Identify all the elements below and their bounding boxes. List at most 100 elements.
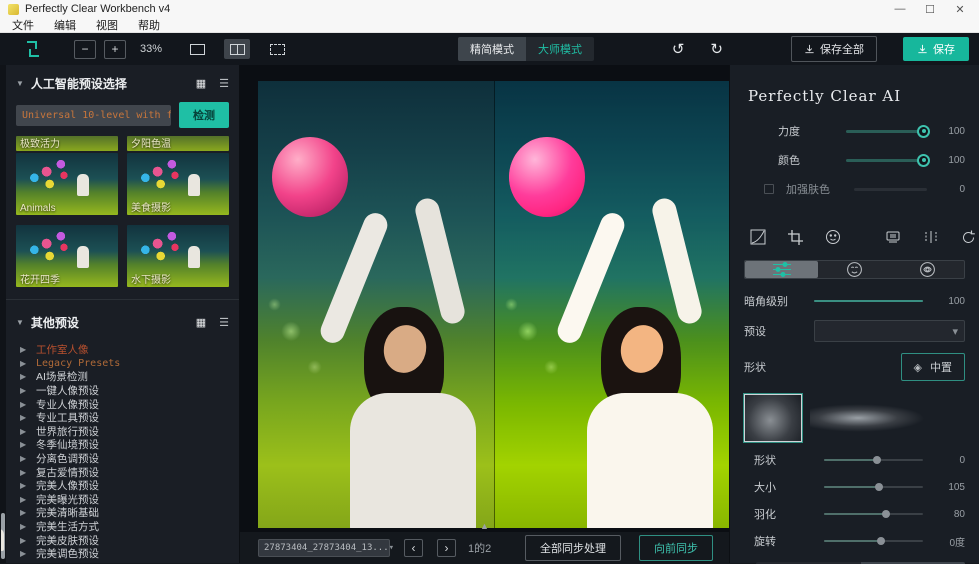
- tree-item[interactable]: ▶ 分离色调预设: [20, 452, 239, 466]
- sync-forward-button[interactable]: 向前同步: [639, 534, 713, 561]
- expand-icon[interactable]: ▶: [20, 372, 28, 381]
- tree-item[interactable]: ▶ 专业工具预设: [20, 411, 239, 425]
- color-slider[interactable]: [846, 153, 930, 167]
- expand-icon[interactable]: ▶: [20, 413, 28, 422]
- tree-item[interactable]: ▶ 复古爱情预设: [20, 465, 239, 479]
- rotate-slider[interactable]: [824, 537, 923, 545]
- tab-makeup[interactable]: [891, 261, 964, 278]
- tab-face-retouch[interactable]: [818, 261, 891, 278]
- ai-presets-section-header[interactable]: ▼ 人工智能预设选择 ▦ ☰: [6, 65, 239, 98]
- collapse-icon[interactable]: ▼: [16, 318, 24, 327]
- strength-slider[interactable]: [846, 124, 930, 138]
- menu-view[interactable]: 视图: [96, 17, 118, 33]
- slider-knob[interactable]: [917, 124, 930, 138]
- tree-item[interactable]: ▶ 完美清晰基础: [20, 506, 239, 520]
- vignette-shape-preview-selected[interactable]: [743, 393, 803, 443]
- single-view-button[interactable]: [184, 39, 210, 59]
- ai-preset-dropdown[interactable]: Universal 10-level with fine: [16, 104, 171, 126]
- detect-button[interactable]: 检测: [179, 102, 229, 128]
- preset-thumbnail-partial[interactable]: 夕阳色温: [127, 136, 229, 151]
- maximize-button[interactable]: ☐: [915, 3, 945, 16]
- split-view-button[interactable]: [224, 39, 251, 59]
- preset-thumbnail-underwater[interactable]: 水下摄影: [127, 225, 229, 287]
- expand-icon[interactable]: ▶: [20, 495, 28, 504]
- center-button[interactable]: ◈ 中置: [900, 353, 965, 381]
- list-view-icon[interactable]: ☰: [219, 77, 229, 90]
- flip-horizontal-icon[interactable]: [923, 228, 939, 246]
- tree-item[interactable]: ▶ 专业人像预设: [20, 397, 239, 411]
- master-mode-tab[interactable]: 大师模式: [526, 37, 594, 61]
- tree-item[interactable]: ▶ 一键人像预设: [20, 384, 239, 398]
- zoom-out-button[interactable]: −: [74, 39, 96, 59]
- preset-thumbnail-flowers[interactable]: 花开四季: [16, 225, 118, 287]
- collapse-icon[interactable]: ▼: [16, 79, 24, 88]
- expand-icon[interactable]: ▶: [20, 536, 28, 545]
- rotate-icon[interactable]: [961, 228, 976, 246]
- tree-item[interactable]: ▶ 冬季仙境预设: [20, 438, 239, 452]
- expand-icon[interactable]: ▶: [20, 400, 28, 409]
- preset-thumbnail-animals[interactable]: Animals: [16, 153, 118, 215]
- menu-help[interactable]: 帮助: [138, 17, 160, 33]
- expand-icon[interactable]: ▶: [20, 481, 28, 490]
- skin-tone-slider[interactable]: [854, 187, 927, 191]
- menu-file[interactable]: 文件: [12, 17, 34, 33]
- left-scrollbar[interactable]: [0, 65, 6, 563]
- side-by-side-view-button[interactable]: [264, 39, 290, 59]
- previous-image-button[interactable]: ‹: [404, 538, 423, 557]
- expand-icon[interactable]: ▶: [20, 427, 28, 436]
- preset-thumbnail-food[interactable]: 美食摄影: [127, 153, 229, 215]
- expand-icon[interactable]: ▶: [20, 454, 28, 463]
- minimize-button[interactable]: —: [885, 3, 915, 16]
- preview-image-after[interactable]: [493, 81, 729, 528]
- list-view-icon[interactable]: ☰: [219, 316, 229, 329]
- size-slider[interactable]: [824, 483, 923, 491]
- expand-icon[interactable]: ▶: [20, 508, 28, 517]
- preview-image-before[interactable]: [258, 81, 494, 528]
- shape-slider[interactable]: [824, 456, 923, 464]
- simple-mode-tab[interactable]: 精简模式: [458, 37, 527, 61]
- vignette-preset-dropdown[interactable]: ▾: [814, 320, 965, 342]
- tree-item[interactable]: ▶ 完美调色预设: [20, 547, 239, 561]
- next-image-button[interactable]: ›: [437, 538, 456, 557]
- tree-item-studio-portrait[interactable]: ▶ 工作室人像: [20, 343, 239, 357]
- save-button[interactable]: 保存: [903, 37, 969, 61]
- crop-icon[interactable]: [788, 228, 803, 246]
- tree-item[interactable]: ▶ 完美皮肤预设: [20, 533, 239, 547]
- curves-icon[interactable]: [750, 228, 766, 246]
- expand-icon[interactable]: ▶: [20, 549, 28, 558]
- tree-item[interactable]: ▶ 完美曝光预设: [20, 493, 239, 507]
- redo-icon[interactable]: ↻: [710, 42, 723, 57]
- sync-all-button[interactable]: 全部同步处理: [525, 534, 621, 561]
- menu-edit[interactable]: 编辑: [54, 17, 76, 33]
- other-presets-section-header[interactable]: ▼ 其他预设 ▦ ☰: [6, 304, 239, 337]
- expand-icon[interactable]: ▶: [20, 522, 28, 531]
- grid-view-icon[interactable]: ▦: [196, 316, 206, 329]
- close-button[interactable]: ✕: [945, 3, 975, 16]
- face-icon[interactable]: [825, 228, 841, 246]
- vignette-shape-preview[interactable]: [810, 403, 930, 433]
- tree-item-legacy-presets[interactable]: ▶ Legacy Presets: [20, 357, 239, 371]
- expand-icon[interactable]: ▶: [20, 468, 28, 477]
- undo-icon[interactable]: ↺: [672, 42, 685, 57]
- tree-item[interactable]: ▶ 世界旅行预设: [20, 425, 239, 439]
- file-select-dropdown[interactable]: 27873404_27873404_13... ▾: [258, 538, 394, 557]
- feather-slider[interactable]: [824, 510, 923, 518]
- tree-item[interactable]: ▶ 完美人像预设: [20, 479, 239, 493]
- expand-icon[interactable]: ▶: [20, 359, 28, 368]
- scrollbar-thumb[interactable]: [1, 513, 5, 559]
- filmstrip-expand-icon[interactable]: ▲: [480, 521, 489, 531]
- skin-tone-checkbox[interactable]: [764, 184, 774, 194]
- tree-item[interactable]: ▶ 完美生活方式: [20, 520, 239, 534]
- expand-icon[interactable]: ▶: [20, 386, 28, 395]
- expand-icon[interactable]: ▶: [20, 440, 28, 449]
- tab-adjustments[interactable]: [745, 261, 818, 278]
- slider-knob[interactable]: [917, 153, 930, 167]
- grid-view-icon[interactable]: ▦: [196, 77, 206, 90]
- preset-thumbnail-partial[interactable]: 极致活力: [16, 136, 118, 151]
- zoom-in-button[interactable]: +: [104, 39, 126, 59]
- save-all-button[interactable]: 保存全部: [791, 36, 877, 62]
- vignette-level-slider[interactable]: [814, 300, 923, 302]
- compare-icon[interactable]: [885, 228, 901, 246]
- expand-icon[interactable]: ▶: [20, 345, 28, 354]
- tree-item-ai-scene[interactable]: ▶ AI场景检测: [20, 370, 239, 384]
